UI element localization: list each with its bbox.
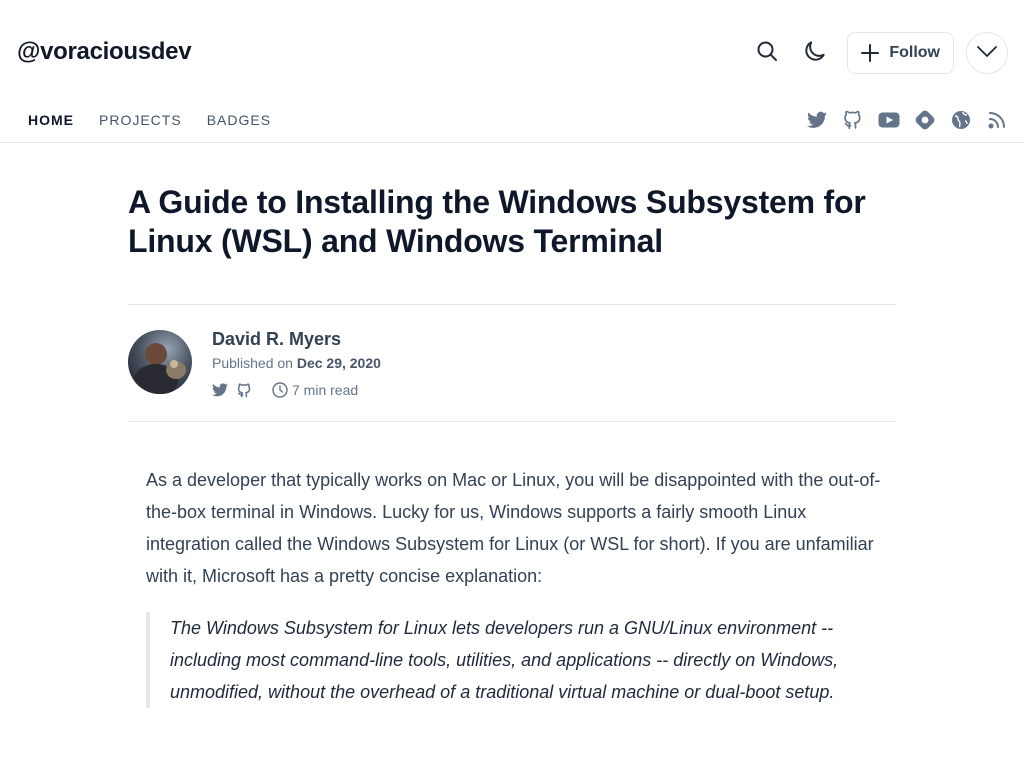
search-icon <box>755 39 779 68</box>
intro-paragraph: As a developer that typically works on M… <box>146 470 881 586</box>
article: A Guide to Installing the Windows Subsys… <box>128 143 896 708</box>
wsl-quote: The Windows Subsystem for Linux lets dev… <box>146 612 881 708</box>
theme-toggle-button[interactable] <box>797 35 833 71</box>
chevron-down-icon <box>976 44 998 63</box>
published-prefix: Published on <box>212 355 293 371</box>
blog-title-link[interactable]: @voraciousdev <box>17 38 192 66</box>
header-actions: Follow <box>737 31 1008 75</box>
globe-icon[interactable] <box>950 109 972 131</box>
follow-button[interactable]: Follow <box>847 32 954 74</box>
author-meta: 7 min read <box>212 382 358 398</box>
nav-item-projects[interactable]: PROJECTS <box>99 112 182 128</box>
clock-icon <box>272 382 288 398</box>
social-links <box>792 109 1008 131</box>
author-avatar[interactable] <box>128 330 192 394</box>
youtube-icon[interactable] <box>878 109 900 131</box>
twitter-icon[interactable] <box>806 109 828 131</box>
nav-item-home[interactable]: HOME <box>28 112 74 128</box>
post-title: A Guide to Installing the Windows Subsys… <box>128 184 866 259</box>
nav-item-badges[interactable]: BADGES <box>207 112 271 128</box>
github-icon[interactable] <box>842 109 864 131</box>
search-button[interactable] <box>749 35 785 71</box>
plus-icon <box>860 43 880 63</box>
moon-icon <box>802 38 828 69</box>
hashnode-icon[interactable] <box>914 109 936 131</box>
nav-bar: HOME PROJECTS BADGES <box>0 100 1024 143</box>
top-header: @voraciousdev Follow <box>0 0 1024 100</box>
author-name[interactable]: David R. Myers <box>212 329 341 350</box>
published-date: Published on Dec 29, 2020 <box>212 355 381 371</box>
read-time-label: 7 min read <box>292 382 359 398</box>
rss-icon[interactable] <box>986 109 1008 131</box>
read-time: 7 min read <box>272 382 358 398</box>
profile-menu-button[interactable] <box>966 32 1008 74</box>
author-info: David R. Myers Published on Dec 29, 2020… <box>128 304 896 422</box>
follow-label: Follow <box>889 44 940 61</box>
twitter-icon[interactable] <box>212 382 228 398</box>
github-icon[interactable] <box>236 382 252 398</box>
published-date-value: Dec 29, 2020 <box>296 355 381 371</box>
nav-links: HOME PROJECTS BADGES <box>28 112 296 128</box>
